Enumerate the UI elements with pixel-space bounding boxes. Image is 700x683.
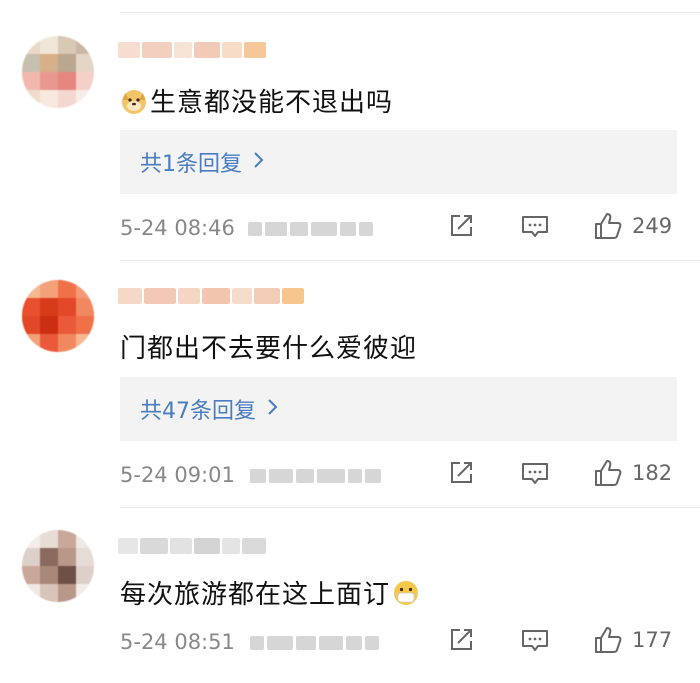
comment-text: 每次旅游都在这上面订 — [120, 574, 422, 611]
view-replies-button[interactable]: 共47条回复 — [120, 377, 677, 441]
location-blurred — [250, 468, 384, 484]
replies-count-label: 共47条回复 — [140, 399, 256, 424]
comment-text: 门都出不去要什么爱彼迎 — [120, 328, 417, 365]
comment-button[interactable] — [520, 461, 550, 487]
avatar[interactable] — [22, 530, 94, 602]
top-divider — [120, 12, 700, 13]
username-blurred[interactable] — [118, 286, 306, 306]
comment-button[interactable] — [520, 628, 550, 654]
avatar[interactable] — [22, 36, 94, 108]
location-blurred — [250, 635, 382, 651]
username-blurred[interactable] — [118, 536, 268, 556]
like-button[interactable]: 182 — [592, 457, 672, 489]
like-count: 182 — [632, 461, 673, 485]
share-button[interactable] — [447, 212, 475, 240]
share-icon — [451, 215, 472, 236]
like-button[interactable]: 177 — [592, 624, 672, 656]
divider — [120, 260, 700, 261]
divider — [120, 507, 700, 508]
comment-button[interactable] — [520, 214, 550, 240]
comment-text-value: 每次旅游都在这上面订 — [120, 580, 391, 610]
thumbs-up-icon — [595, 460, 622, 486]
comment-time: 5-24 08:46 — [120, 216, 235, 240]
doge-emoji — [120, 87, 148, 115]
comment-time: 5-24 08:51 — [120, 630, 235, 654]
comment-icon — [522, 216, 548, 237]
comment-text: 生意都没能不退出吗 — [120, 82, 393, 119]
username-blurred[interactable] — [118, 40, 268, 60]
share-button[interactable] — [447, 459, 475, 487]
mask-face-emoji — [392, 579, 420, 607]
comment-icon — [522, 463, 548, 484]
avatar[interactable] — [22, 280, 94, 352]
location-blurred — [248, 221, 376, 237]
chevron-right-icon — [266, 397, 278, 422]
like-count: 249 — [632, 214, 673, 238]
comment-time: 5-24 09:01 — [120, 463, 235, 487]
comment-icon — [522, 630, 548, 651]
like-button[interactable]: 249 — [592, 210, 672, 242]
like-count: 177 — [632, 628, 673, 652]
share-icon — [451, 462, 472, 483]
view-replies-button[interactable]: 共1条回复 — [120, 130, 677, 194]
thumbs-up-icon — [595, 627, 622, 653]
share-button[interactable] — [447, 626, 475, 654]
chevron-right-icon — [252, 150, 264, 175]
thumbs-up-icon — [595, 213, 622, 239]
comment-text-value: 生意都没能不退出吗 — [150, 88, 394, 118]
replies-count-label: 共1条回复 — [140, 152, 242, 177]
comment-text-value: 门都出不去要什么爱彼迎 — [120, 334, 418, 364]
share-icon — [451, 629, 472, 650]
